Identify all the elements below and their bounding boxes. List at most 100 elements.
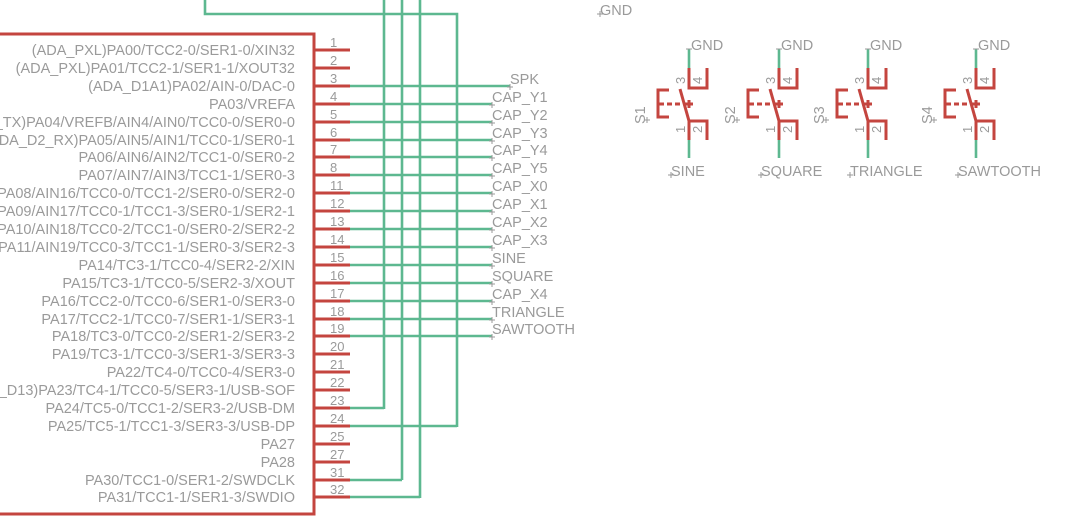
net-label: CAP_Y4 [489, 143, 548, 161]
switch-pin-number: 3 [852, 77, 867, 84]
switch-s3: 3 41 2S3GNDTRIANGLE [812, 38, 923, 180]
pin-number: 16 [330, 268, 344, 283]
pin-name: (ADA_D13)PA23/TC4-1/TCC0-5/SER3-1/USB-SO… [0, 383, 295, 399]
mcu-pin: (ADA_PXL)PA00/TCC2-0/SER1-0/XIN32 1 [32, 35, 350, 59]
net-label: CAP_X3 [489, 233, 548, 251]
pin-name: PA07/AIN7/AIN3/TCC1-1/SER0-3 [78, 168, 295, 184]
net-label: SPK [507, 72, 539, 90]
pin-name: (ADA_D1A1)PA02/AIN-0/DAC-0 [88, 79, 295, 95]
pin-name: PA11/AIN19/TCC0-3/TCC1-1/SER0-3/SER2-3 [0, 240, 295, 256]
pin-number: 19 [330, 321, 344, 336]
net-label-text: SPK [510, 72, 539, 88]
schematic-canvas: (ADA_PXL)PA00/TCC2-0/SER1-0/XIN321(ADA_P… [0, 0, 1041, 516]
pin-name: (ADA_D2_RX)PA05/AIN5/AIN1/TCC0-1/SER0-1 [0, 133, 295, 149]
pin-name: PA22/TC4-0/TCC0-4/SER3-0 [107, 365, 295, 381]
net-label: CAP_X2 [489, 215, 548, 233]
switches: 3 41 2S1GNDSINE3 41 2S2GNDSQUARE3 41 2S3GNDTRI… [633, 38, 1041, 180]
switch-pin-number: 1 [852, 126, 867, 133]
net-label: TRIANGLE [489, 305, 565, 323]
switch-pin-number: 4 [780, 77, 795, 84]
pin-number: 3 [330, 71, 337, 86]
net-label-text: SINE [492, 251, 526, 267]
pin-number: 8 [330, 160, 337, 175]
pin-name: PA15/TC3-1/TCC0-5/SER2-3/XOUT [62, 276, 295, 292]
pin-number: 17 [330, 286, 344, 301]
net-label: CAP_Y2 [489, 108, 548, 126]
mcu-pin: PA30/TCC1-0/SER1-2/SWDCLK 31 [85, 465, 350, 489]
pin-number: 5 [330, 107, 337, 122]
pin-name: PA28 [261, 455, 295, 471]
switch-s1: 3 41 2S1GNDSINE [633, 38, 723, 180]
pin-number: 1 [330, 35, 337, 50]
net-label: CAP_X0 [489, 179, 548, 197]
pin-number: 23 [330, 393, 344, 408]
pin-name: PA24/TC5-0/TCC1-2/SER3-2/USB-DM [45, 401, 295, 417]
switch-s4: 3 41 2S4GNDSAWTOOTH [920, 38, 1041, 180]
pin-name: PA19/TC3-1/TCC0-3/SER1-3/SER3-3 [52, 347, 295, 363]
net-label-text: CAP_X1 [492, 197, 548, 213]
pin-number: 32 [330, 482, 344, 497]
pin-number: 14 [330, 232, 344, 247]
pin-number: 4 [330, 89, 337, 104]
net-label: CAP_X1 [489, 197, 548, 215]
switch-top-net-label: GND [870, 38, 902, 54]
pin-number: 20 [330, 339, 344, 354]
switch-pin-number: 2 [977, 126, 992, 133]
pin-name: PA18/TC3-0/TCC0-2/SER1-2/SER3-2 [52, 329, 295, 345]
net-label: CAP_Y5 [489, 161, 548, 179]
switch-pin-number: 4 [690, 77, 705, 84]
pin-number: 11 [330, 178, 344, 193]
net-label-text: CAP_X4 [492, 287, 548, 303]
pin-number: 6 [330, 125, 337, 140]
pin-name: PA17/TCC2-1/TCC0-7/SER1-1/SER3-1 [41, 312, 295, 328]
pin-name: PA14/TC3-1/TCC0-4/SER2-2/XIN [79, 258, 296, 274]
switch-pin-number: 2 [780, 126, 795, 133]
switch-pin-number: 2 [690, 126, 705, 133]
switch-pin-number: 4 [977, 77, 992, 84]
pin-name: (ADA_PXL)PA01/TCC2-1/SER1-1/XOUT32 [16, 61, 295, 77]
pin-name: PA10/AIN18/TCC0-2/TCC1-0/SER0-2/SER2-2 [0, 222, 295, 238]
switch-bottom-net-label: SINE [671, 164, 705, 180]
switch-pin-number: 2 [869, 126, 884, 133]
pin-number: 21 [330, 357, 344, 372]
pin-name: (ADA_PXL)PA00/TCC2-0/SER1-0/XIN32 [32, 43, 295, 59]
pin-name: PA06/AIN6/AIN2/TCC1-0/SER0-2 [78, 150, 295, 166]
net-label: SINE [489, 251, 526, 269]
net-label-text: CAP_Y5 [492, 161, 548, 177]
net-label: CAP_X4 [489, 287, 548, 305]
net-label-text: SQUARE [492, 269, 554, 285]
pin-number: 18 [330, 304, 344, 319]
switch-top-net-label: GND [781, 38, 813, 54]
switch-bottom-net-label: SAWTOOTH [958, 164, 1041, 180]
net-label-text: CAP_Y4 [492, 143, 548, 159]
switch-pin-number: 1 [673, 126, 688, 133]
net-label: SAWTOOTH [489, 322, 575, 340]
switch-pin-number: 1 [763, 126, 778, 133]
pin-name: PA08/AIN16/TCC0-0/TCC1-2/SER0-0/SER2-0 [0, 186, 295, 202]
net-label-gnd-top: GND [597, 3, 632, 19]
net-labels: GND SPK CAP_Y1 CAP_Y2 CAP_Y3CAP_Y4 CAP_Y5 CAP… [489, 3, 632, 340]
pin-number: 22 [330, 375, 344, 390]
pin-number: 15 [330, 250, 344, 265]
switch-pin-number: 3 [673, 77, 688, 84]
gnd-label: GND [600, 3, 632, 19]
pin-number: 12 [330, 196, 344, 211]
pin-name: PA16/TCC2-0/TCC0-6/SER1-0/SER3-0 [41, 294, 295, 310]
pin-number: 13 [330, 214, 344, 229]
pin-name: PA03/VREFA [209, 97, 295, 113]
pin-name: PA09/AIN17/TCC0-1/TCC1-3/SER0-1/SER2-1 [0, 204, 295, 220]
switch-bottom-net-label: TRIANGLE [850, 164, 923, 180]
net-label-text: CAP_X3 [492, 233, 548, 249]
pin-name: PA30/TCC1-0/SER1-2/SWDCLK [85, 473, 295, 489]
pin-name: PA27 [261, 437, 295, 453]
pin-name: PA25/TC5-1/TCC1-3/SER3-3/USB-DP [48, 419, 295, 435]
pin-name: PA31/TCC1-1/SER1-3/SWDIO [98, 490, 295, 506]
net-label: CAP_Y3 [489, 126, 548, 144]
pin-number: 27 [330, 447, 344, 462]
pin-name: (ADA_D2_TX)PA04/VREFB/AIN4/AIN0/TCC0-0/S… [0, 115, 295, 131]
mcu-symbol: (ADA_PXL)PA00/TCC2-0/SER1-0/XIN321(ADA_P… [0, 32, 350, 516]
switch-pin-number: 4 [869, 77, 884, 84]
switch-bottom-net-label: SQUARE [761, 164, 823, 180]
net-label-text: SAWTOOTH [492, 322, 575, 338]
switch-top-net-label: GND [691, 38, 723, 54]
